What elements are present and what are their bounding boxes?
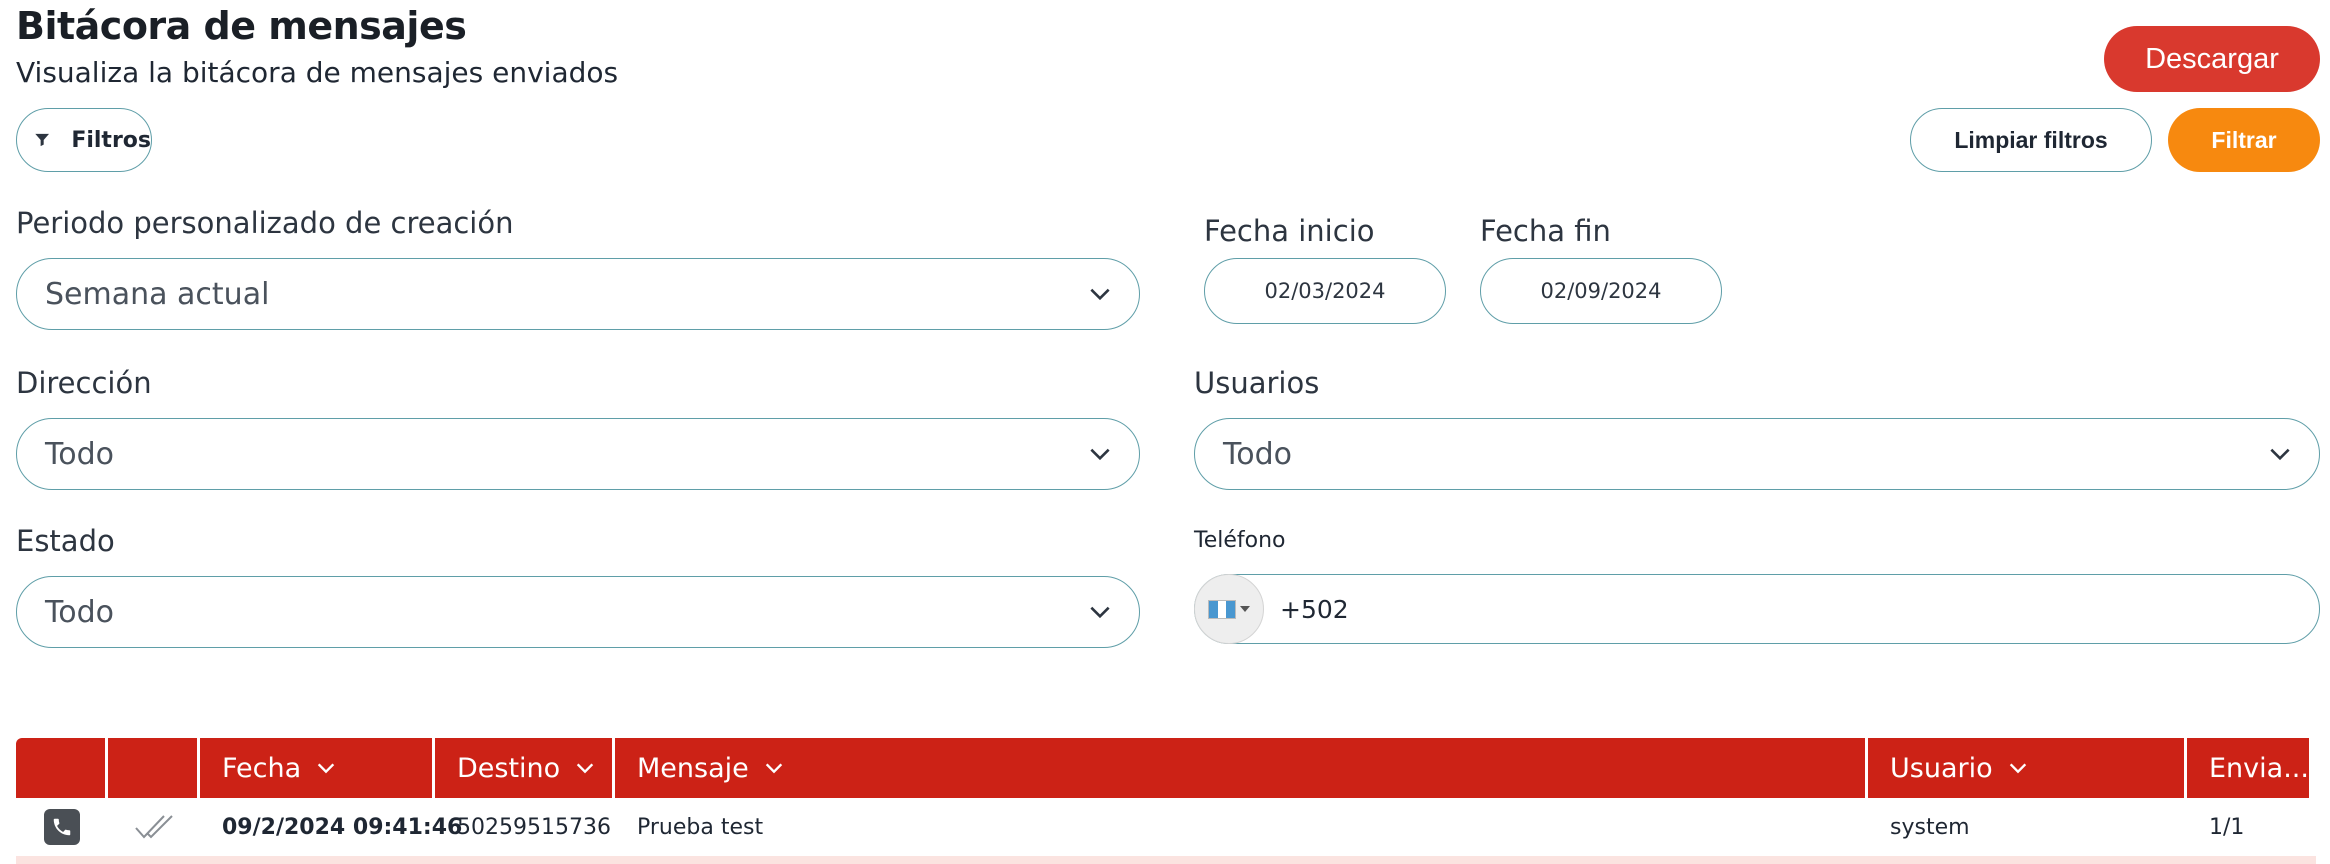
users-label: Usuarios [1194, 366, 1320, 400]
chevron-down-icon [2009, 763, 2026, 774]
column-header-destino-label: Destino [457, 752, 561, 784]
start-date-label: Fecha inicio [1204, 214, 1375, 248]
chevron-down-icon [765, 763, 782, 774]
caret-down-icon [1240, 606, 1250, 612]
period-select[interactable]: Semana actual [16, 258, 1140, 330]
phone-icon [44, 809, 80, 845]
direction-select[interactable]: Todo [16, 418, 1140, 490]
column-header-icon [16, 738, 105, 798]
table-header: Fecha Destino Mensaje Usuario Envia... [16, 738, 2316, 798]
table-row[interactable]: 09/2/2024 09:41:46 50259515736 Prueba te… [16, 798, 2316, 856]
filters-toggle-label: Filtros [71, 127, 151, 153]
column-header-usuario[interactable]: Usuario [1868, 738, 2184, 798]
status-label: Estado [16, 524, 115, 558]
next-row-edge [16, 856, 2316, 864]
page-title: Bitácora de mensajes [16, 4, 467, 48]
phone-field[interactable]: +502 [1194, 574, 2320, 644]
end-date-label: Fecha fin [1480, 214, 1611, 248]
download-button[interactable]: Descargar [2104, 26, 2320, 92]
direction-label: Dirección [16, 366, 152, 400]
column-header-mensaje-label: Mensaje [637, 752, 749, 784]
clear-filters-button[interactable]: Limpiar filtros [1910, 108, 2152, 172]
column-header-fecha-label: Fecha [222, 752, 302, 784]
chevron-down-icon [1090, 288, 1110, 301]
row-enviados: 1/1 [2209, 814, 2245, 840]
column-header-enviados[interactable]: Envia... [2187, 738, 2309, 798]
users-select[interactable]: Todo [1194, 418, 2320, 490]
column-header-status [108, 738, 197, 798]
row-mensaje: Prueba test [637, 814, 764, 840]
column-header-enviados-label: Envia... [2209, 752, 2309, 784]
status-select-value: Todo [45, 594, 114, 630]
double-check-icon [135, 815, 173, 839]
column-header-fecha[interactable]: Fecha [200, 738, 432, 798]
row-usuario: system [1890, 814, 1970, 840]
start-date-input[interactable]: 02/03/2024 [1204, 258, 1446, 324]
direction-select-value: Todo [45, 436, 114, 472]
end-date-input[interactable]: 02/09/2024 [1480, 258, 1722, 324]
guatemala-flag-icon [1208, 599, 1236, 619]
column-header-mensaje[interactable]: Mensaje [615, 738, 1865, 798]
period-select-value: Semana actual [45, 276, 270, 312]
filters-toggle-button[interactable]: Filtros [16, 108, 152, 172]
users-select-value: Todo [1223, 436, 1292, 472]
chevron-down-icon [317, 763, 335, 774]
chevron-down-icon [1090, 606, 1110, 619]
row-destino: 50259515736 [457, 814, 611, 840]
column-header-usuario-label: Usuario [1890, 752, 1993, 784]
phone-input[interactable]: +502 [1280, 595, 1349, 624]
phone-label: Teléfono [1194, 528, 1286, 553]
chevron-down-icon [1090, 448, 1110, 461]
page-subtitle: Visualiza la bitácora de mensajes enviad… [16, 56, 619, 89]
chevron-down-icon [577, 763, 594, 774]
row-fecha: 09/2/2024 09:41:46 [222, 814, 463, 840]
status-select[interactable]: Todo [16, 576, 1140, 648]
column-header-destino[interactable]: Destino [435, 738, 612, 798]
apply-filter-button[interactable]: Filtrar [2168, 108, 2320, 172]
period-label: Periodo personalizado de creación [16, 206, 514, 240]
filter-icon [35, 133, 50, 147]
country-selector[interactable] [1194, 574, 1264, 644]
chevron-down-icon [2270, 448, 2290, 461]
